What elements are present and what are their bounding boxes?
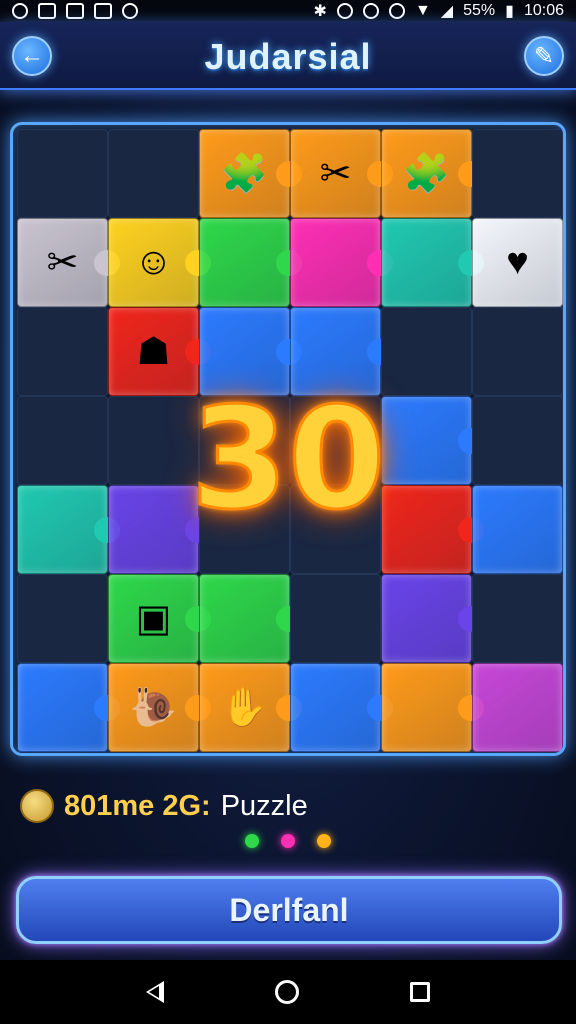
- mail-icon: [38, 3, 56, 19]
- page-dot-3[interactable]: [317, 834, 331, 848]
- puzzle-piece[interactable]: ☗: [108, 307, 211, 396]
- puzzle-piece[interactable]: [381, 485, 484, 574]
- piece-picture-icon: ☺: [134, 241, 173, 283]
- puzzle-piece[interactable]: [472, 485, 563, 574]
- info-label: Puzzle: [220, 789, 308, 822]
- puzzle-piece[interactable]: [199, 218, 302, 307]
- empty-slot[interactable]: [108, 396, 199, 485]
- piece-picture-icon: ✂: [46, 242, 79, 284]
- empty-slot[interactable]: [108, 129, 199, 218]
- main-action-button[interactable]: Derlfanl: [16, 876, 562, 944]
- empty-slot[interactable]: [17, 307, 108, 396]
- piece-picture-icon: 🐌: [129, 686, 178, 729]
- empty-slot[interactable]: [472, 396, 563, 485]
- wifi-icon: ▼: [414, 2, 431, 19]
- puzzle-piece[interactable]: 🐌: [108, 663, 211, 752]
- nav-home-icon[interactable]: [274, 980, 299, 1004]
- image-icon: [66, 3, 84, 19]
- puzzle-piece[interactable]: 🧩: [381, 129, 484, 218]
- page-title: Judarsial: [204, 36, 372, 77]
- bluetooth-icon: ✱: [313, 3, 327, 20]
- empty-slot[interactable]: [290, 396, 381, 485]
- puzzle-piece[interactable]: [381, 396, 484, 485]
- piece-picture-icon: ♥: [506, 241, 529, 283]
- system-nav-bar: [0, 960, 576, 1024]
- empty-slot[interactable]: [472, 307, 563, 396]
- piece-picture-icon: ☗: [136, 331, 171, 373]
- notification-icon: [12, 3, 28, 19]
- nav-recent-icon[interactable]: [410, 982, 431, 1002]
- puzzle-piece[interactable]: ☺: [108, 218, 211, 307]
- piece-picture-icon: 🧩: [402, 152, 451, 195]
- battery-text: 55%: [463, 2, 496, 19]
- info-line: 801me 2G: Puzzle: [20, 786, 308, 826]
- puzzle-piece[interactable]: [290, 663, 393, 752]
- puzzle-piece[interactable]: ▣: [108, 574, 211, 663]
- signal-icon: ◢: [440, 3, 454, 20]
- piece-picture-icon: ▣: [135, 598, 172, 640]
- empty-slot[interactable]: [17, 396, 108, 485]
- empty-slot[interactable]: [17, 574, 108, 663]
- puzzle-piece[interactable]: ✂: [17, 218, 120, 307]
- alarm-icon: [336, 3, 353, 19]
- puzzle-piece[interactable]: [472, 663, 563, 752]
- puzzle-piece[interactable]: ✋: [199, 663, 302, 752]
- status-bar: ✱ ▼ ◢ 55% ▮ 10:06: [0, 0, 576, 22]
- piece-picture-icon: ✂: [319, 153, 352, 195]
- puzzle-piece[interactable]: [17, 485, 120, 574]
- settings-status-icon: [388, 3, 405, 19]
- empty-slot[interactable]: [472, 129, 563, 218]
- puzzle-piece[interactable]: [381, 218, 484, 307]
- puzzle-piece[interactable]: [17, 663, 120, 752]
- empty-slot[interactable]: [199, 396, 290, 485]
- wrench-icon: ✎: [533, 42, 555, 70]
- puzzle-piece[interactable]: [199, 574, 302, 663]
- info-count: 801me 2G:: [64, 789, 211, 822]
- puzzle-piece[interactable]: 🧩: [199, 129, 302, 218]
- empty-slot[interactable]: [17, 129, 108, 218]
- game-screen: ✱ ▼ ◢ 55% ▮ 10:06 ← Judarsial ✎ 🧩 ✂ 🧩 ✂ ☺ ♥ ☗ ▣…: [0, 0, 576, 1024]
- puzzle-piece[interactable]: [108, 485, 211, 574]
- piece-picture-icon: 🧩: [220, 152, 269, 195]
- piece-picture-icon: ✋: [220, 686, 269, 729]
- page-dot-2[interactable]: [281, 834, 295, 848]
- puzzle-piece[interactable]: [381, 663, 484, 752]
- page-indicator: [0, 834, 576, 848]
- clock-time: 10:06: [523, 2, 564, 19]
- tools-button[interactable]: ✎: [524, 36, 564, 76]
- puzzle-grid: 🧩 ✂ 🧩 ✂ ☺ ♥ ☗ ▣ 🐌 ✋: [17, 129, 563, 753]
- puzzle-piece[interactable]: [199, 307, 302, 396]
- empty-slot[interactable]: [199, 485, 290, 574]
- empty-slot[interactable]: [472, 574, 563, 663]
- puzzle-piece[interactable]: ♥: [472, 218, 563, 307]
- empty-slot[interactable]: [381, 307, 472, 396]
- chat-icon: [122, 3, 138, 19]
- battery-icon: ▮: [505, 3, 514, 20]
- empty-slot[interactable]: [290, 485, 381, 574]
- nav-back-icon[interactable]: [145, 981, 164, 1003]
- puzzle-piece[interactable]: [290, 307, 393, 396]
- message-icon: [94, 3, 112, 19]
- puzzle-board: 🧩 ✂ 🧩 ✂ ☺ ♥ ☗ ▣ 🐌 ✋: [10, 122, 566, 756]
- puzzle-piece[interactable]: ✂: [290, 129, 393, 218]
- empty-slot[interactable]: [290, 574, 381, 663]
- puzzle-piece[interactable]: [290, 218, 393, 307]
- sync-icon: [362, 3, 379, 19]
- page-dot-1[interactable]: [245, 834, 259, 848]
- coin-icon: [20, 789, 54, 823]
- puzzle-piece[interactable]: [381, 574, 484, 663]
- header-bar: ← Judarsial ✎: [0, 22, 576, 90]
